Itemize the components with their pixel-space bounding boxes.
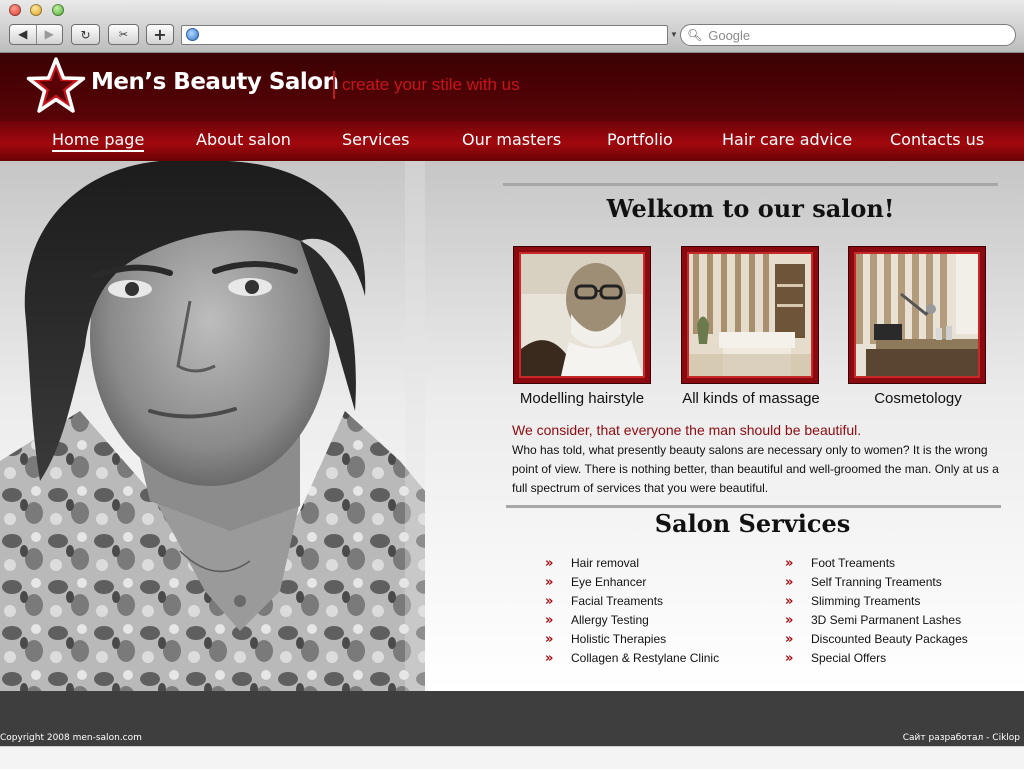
star-logo-icon: [26, 57, 86, 113]
top-divider: [503, 183, 998, 186]
caption-cosmetology[interactable]: Cosmetology: [833, 390, 1003, 407]
hero-portrait-image: [0, 161, 425, 691]
snapback-icon: ✂: [118, 28, 129, 41]
nav-services[interactable]: Services: [342, 130, 409, 149]
main-navigation: Home page About salon Services Our maste…: [0, 121, 1024, 161]
address-input[interactable]: [202, 27, 666, 45]
double-chevron-icon: »: [785, 651, 794, 666]
double-chevron-icon: »: [785, 594, 794, 609]
nav-portfolio[interactable]: Portfolio: [607, 130, 673, 149]
page-bottom-area: [0, 746, 1024, 769]
caption-modelling-hairstyle[interactable]: Modelling hairstyle: [497, 390, 667, 407]
search-input[interactable]: [706, 26, 1001, 44]
intro-body-text: Who has told, what presently beauty salo…: [512, 443, 999, 495]
double-chevron-icon: »: [785, 556, 794, 571]
massage-thumbnail[interactable]: [681, 246, 819, 384]
nav-contacts-us[interactable]: Contacts us: [890, 130, 984, 149]
service-item[interactable]: » Foot Treaments: [785, 554, 968, 573]
double-chevron-icon: »: [785, 632, 794, 647]
browser-toolbar: ◀ ▶ ↻ ✂ + ▼ 🔍︎: [0, 0, 1024, 53]
copyright-text: Copyright 2008 men-salon.com: [0, 733, 142, 743]
nav-about-salon[interactable]: About salon: [196, 130, 291, 149]
double-chevron-icon: »: [545, 613, 554, 628]
service-item[interactable]: » 3D Semi Parmanent Lashes: [785, 611, 968, 630]
cosmetology-thumbnail[interactable]: [848, 246, 986, 384]
service-item[interactable]: » Collagen & Restylane Clinic: [545, 649, 719, 668]
double-chevron-icon: »: [545, 575, 554, 590]
site-globe-icon: [186, 28, 199, 41]
massage-room-image: [689, 254, 811, 376]
double-chevron-icon: »: [545, 556, 554, 571]
back-arrow-icon[interactable]: ◀: [10, 25, 36, 44]
reload-button[interactable]: ↻: [71, 24, 100, 45]
address-bar[interactable]: [181, 25, 668, 45]
plus-icon: +: [153, 25, 167, 44]
developer-credit-link[interactable]: Сайт разработал - Ciklop: [903, 733, 1020, 743]
service-item[interactable]: » Discounted Beauty Packages: [785, 630, 968, 649]
services-heading: Salon Services: [654, 509, 851, 538]
forward-arrow-icon[interactable]: ▶: [35, 25, 63, 44]
reload-icon: ↻: [80, 27, 91, 42]
chevron-down-icon[interactable]: ▼: [669, 26, 679, 44]
add-bookmark-button[interactable]: +: [146, 24, 174, 45]
double-chevron-icon: »: [545, 651, 554, 666]
hairstyle-thumbnail[interactable]: [513, 246, 651, 384]
services-divider: [506, 505, 1001, 508]
double-chevron-icon: »: [785, 613, 794, 628]
welcome-heading: Welkom to our salon!: [606, 194, 895, 223]
zoom-window-icon[interactable]: [52, 4, 64, 16]
caption-massage[interactable]: All kinds of massage: [666, 390, 836, 407]
site-title[interactable]: Men’s Beauty Salon: [91, 69, 339, 95]
site-header: Men’s Beauty Salon create your stile wit…: [0, 53, 1024, 121]
main-content: Welkom to our salon! Modelling hairstyle…: [0, 161, 1024, 691]
service-item[interactable]: » Slimming Treaments: [785, 592, 968, 611]
search-field[interactable]: 🔍︎: [680, 24, 1016, 46]
double-chevron-icon: »: [545, 594, 554, 609]
service-item[interactable]: » Allergy Testing: [545, 611, 719, 630]
service-item[interactable]: » Self Tranning Treaments: [785, 573, 968, 592]
service-item[interactable]: » Hair removal: [545, 554, 719, 573]
double-chevron-icon: »: [545, 632, 554, 647]
cosmetology-room-image: [856, 254, 978, 376]
services-list-right: » Foot Treaments » Self Tranning Treaments…: [785, 554, 968, 668]
search-icon: 🔍︎: [687, 28, 703, 42]
snapback-button[interactable]: ✂: [108, 24, 139, 45]
service-item[interactable]: » Eye Enhancer: [545, 573, 719, 592]
intro-lead-text: We consider, that everyone the man shoul…: [512, 422, 862, 438]
header-divider: [333, 71, 335, 99]
double-chevron-icon: »: [785, 575, 794, 590]
nav-our-masters[interactable]: Our masters: [462, 130, 561, 149]
site-footer: Copyright 2008 men-salon.com Сайт разраб…: [0, 691, 1024, 746]
service-item[interactable]: » Facial Treaments: [545, 592, 719, 611]
site-tagline: create your stile with us: [342, 75, 520, 94]
nav-home-page[interactable]: Home page: [52, 130, 145, 152]
services-list-left: » Hair removal » Eye Enhancer » Facial Trea…: [545, 554, 719, 668]
nav-hair-care-advice[interactable]: Hair care advice: [722, 130, 852, 149]
back-forward-group: ◀ ▶: [9, 24, 63, 45]
barber-photo-image: [521, 254, 643, 376]
minimize-window-icon[interactable]: [30, 4, 42, 16]
close-window-icon[interactable]: [9, 4, 21, 16]
service-item[interactable]: » Holistic Therapies: [545, 630, 719, 649]
service-item[interactable]: » Special Offers: [785, 649, 968, 668]
